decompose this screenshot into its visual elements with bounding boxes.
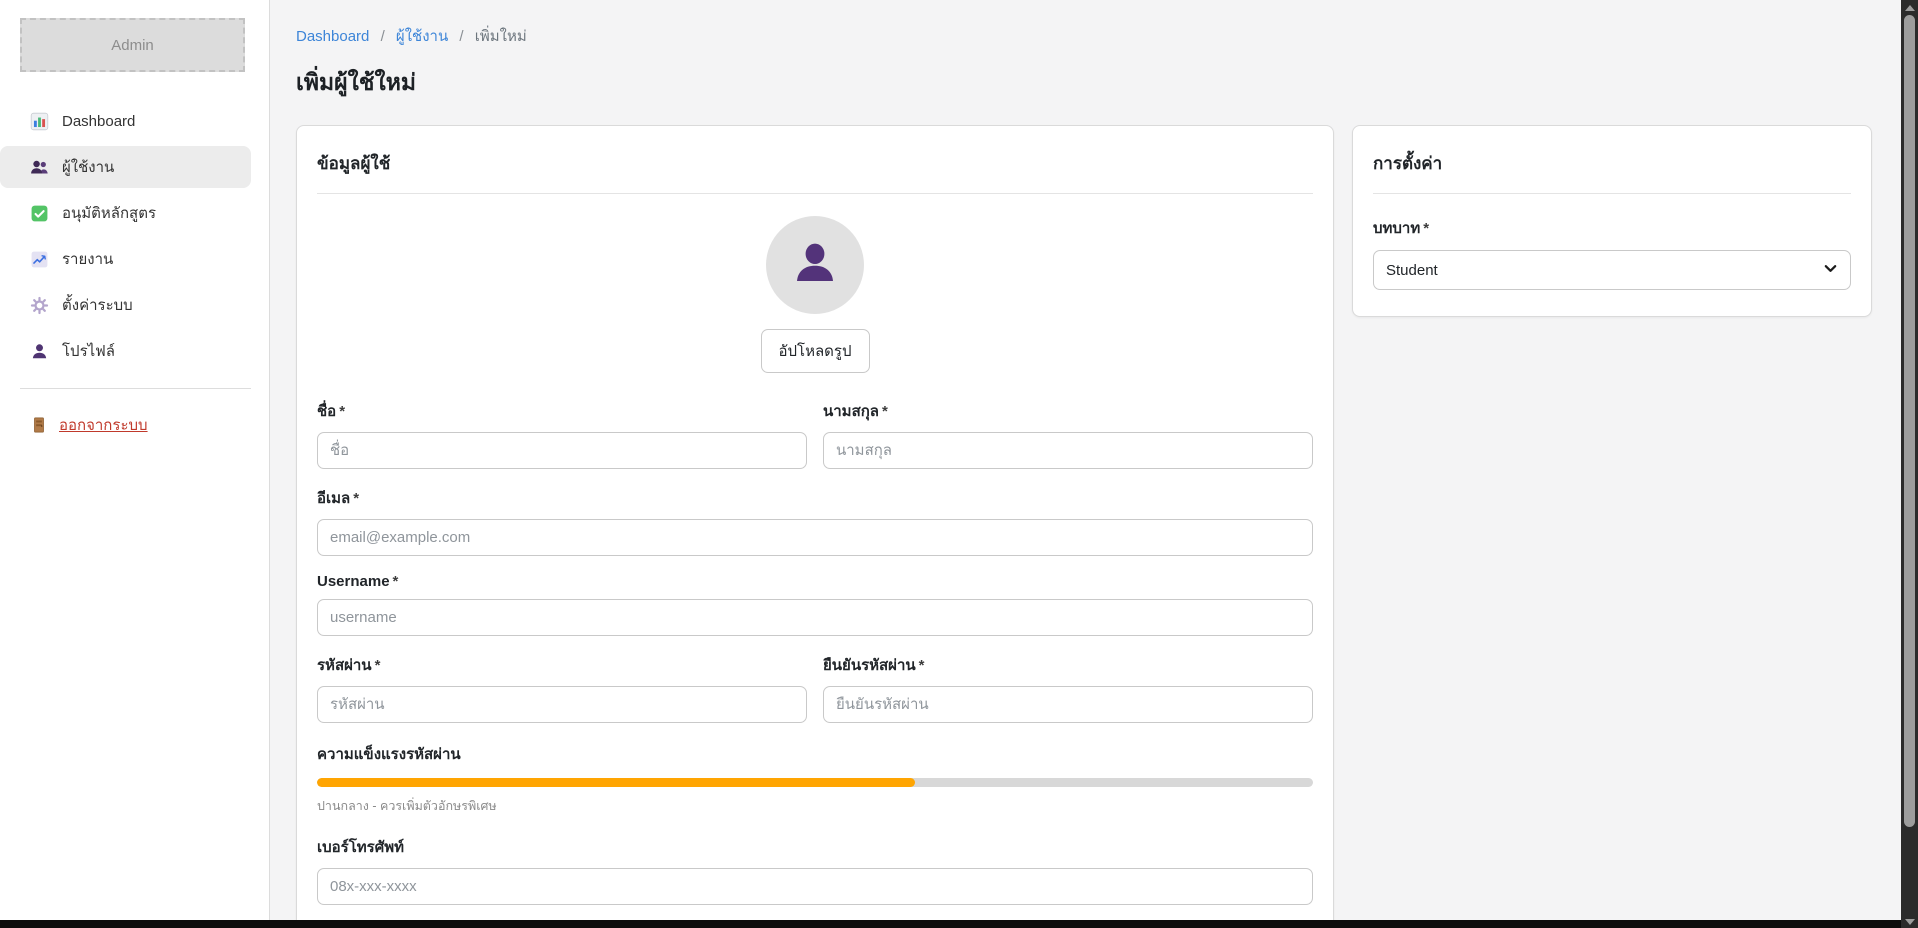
required-marker: * bbox=[353, 490, 359, 507]
phone-input[interactable] bbox=[317, 868, 1313, 905]
card-divider bbox=[317, 193, 1313, 194]
scrollbar-thumb[interactable] bbox=[1904, 15, 1915, 827]
breadcrumb-link-dashboard[interactable]: Dashboard bbox=[296, 28, 369, 45]
required-marker: * bbox=[375, 657, 381, 674]
person-icon bbox=[30, 342, 49, 361]
email-field-group: อีเมล* bbox=[317, 486, 1313, 556]
breadcrumb-link-users[interactable]: ผู้ใช้งาน bbox=[396, 28, 448, 45]
username-input[interactable] bbox=[317, 599, 1313, 636]
confirm-password-field-group: ยืนยันรหัสผ่าน* bbox=[823, 653, 1313, 723]
password-input[interactable] bbox=[317, 686, 807, 723]
sidebar-item-label: ตั้งค่าระบบ bbox=[62, 293, 133, 317]
sidebar-item-profile[interactable]: โปรไฟล์ bbox=[0, 330, 251, 372]
card-divider bbox=[1373, 193, 1851, 194]
confirm-password-input[interactable] bbox=[823, 686, 1313, 723]
confirm-password-label: ยืนยันรหัสผ่าน* bbox=[823, 653, 1313, 677]
breadcrumb: Dashboard / ผู้ใช้งาน / เพิ่มใหม่ bbox=[296, 24, 1873, 48]
sidebar-nav: Dashboard ผู้ใช้งาน อนุมัติหลักสูตร รายง… bbox=[0, 100, 269, 372]
door-icon bbox=[30, 416, 48, 434]
label-text: เบอร์โทรศัพท์ bbox=[317, 839, 404, 856]
sidebar-item-label: Dashboard bbox=[62, 113, 135, 130]
required-marker: * bbox=[393, 573, 399, 590]
role-label: บทบาท* bbox=[1373, 216, 1851, 240]
password-label: รหัสผ่าน* bbox=[317, 653, 807, 677]
scrollbar-up-arrow-icon[interactable] bbox=[1905, 5, 1915, 11]
sidebar-divider bbox=[20, 388, 251, 389]
sidebar-item-users[interactable]: ผู้ใช้งาน bbox=[0, 146, 251, 188]
logout-label: ออกจากระบบ bbox=[59, 413, 148, 437]
sidebar: Admin Dashboard ผู้ใช้งาน อนุมัติหลักสูต… bbox=[0, 0, 270, 928]
password-field-group: รหัสผ่าน* bbox=[317, 653, 807, 723]
label-text: บทบาท bbox=[1373, 220, 1420, 237]
label-text: ยืนยันรหัสผ่าน bbox=[823, 657, 916, 674]
line-chart-icon bbox=[30, 250, 49, 269]
required-marker: * bbox=[1423, 220, 1429, 237]
first-name-input[interactable] bbox=[317, 432, 807, 469]
breadcrumb-separator: / bbox=[381, 28, 385, 45]
last-name-field-group: นามสกุล* bbox=[823, 399, 1313, 469]
password-strength-label: ความแข็งแรงรหัสผ่าน bbox=[317, 742, 1313, 766]
avatar-section: อัปโหลดรูป bbox=[317, 216, 1313, 373]
first-name-label: ชื่อ* bbox=[317, 399, 807, 423]
role-selected-value: Student bbox=[1386, 262, 1438, 279]
required-marker: * bbox=[919, 657, 925, 674]
first-name-field-group: ชื่อ* bbox=[317, 399, 807, 469]
scrollbar-down-arrow-icon[interactable] bbox=[1905, 919, 1915, 925]
label-text: ชื่อ bbox=[317, 403, 336, 420]
role-select[interactable]: Student bbox=[1373, 250, 1851, 290]
label-text: อีเมล bbox=[317, 490, 350, 507]
email-label: อีเมล* bbox=[317, 486, 1313, 510]
vertical-scrollbar[interactable] bbox=[1901, 0, 1918, 928]
sidebar-item-label: ผู้ใช้งาน bbox=[62, 155, 114, 179]
settings-card: การตั้งค่า บทบาท* Student bbox=[1352, 125, 1872, 317]
sidebar-item-label: โปรไฟล์ bbox=[62, 339, 115, 363]
password-strength-bar bbox=[317, 778, 1313, 787]
sidebar-item-approve-courses[interactable]: อนุมัติหลักสูตร bbox=[0, 192, 251, 234]
password-strength-caption: ปานกลาง - ควรเพิ่มตัวอักษรพิเศษ bbox=[317, 796, 1313, 816]
logout-link[interactable]: ออกจากระบบ bbox=[0, 413, 269, 437]
app-window: Admin Dashboard ผู้ใช้งาน อนุมัติหลักสูต… bbox=[0, 0, 1918, 928]
person-silhouette-icon bbox=[791, 239, 839, 291]
sidebar-item-dashboard[interactable]: Dashboard bbox=[0, 100, 251, 142]
label-text: นามสกุล bbox=[823, 403, 879, 420]
gear-icon bbox=[30, 296, 49, 315]
password-strength-section: ความแข็งแรงรหัสผ่าน ปานกลาง - ควรเพิ่มตั… bbox=[317, 742, 1313, 816]
users-icon bbox=[30, 158, 49, 177]
last-name-input[interactable] bbox=[823, 432, 1313, 469]
bar-chart-icon bbox=[30, 112, 49, 131]
user-info-card: ข้อมูลผู้ใช้ อัปโหลดรูป ชื่อ* bbox=[296, 125, 1334, 928]
sidebar-item-reports[interactable]: รายงาน bbox=[0, 238, 251, 280]
sidebar-item-label: รายงาน bbox=[62, 247, 113, 271]
card-title-settings: การตั้งค่า bbox=[1373, 150, 1851, 177]
phone-field-group: เบอร์โทรศัพท์ bbox=[317, 835, 1313, 905]
breadcrumb-separator: / bbox=[459, 28, 463, 45]
content-row: ข้อมูลผู้ใช้ อัปโหลดรูป ชื่อ* bbox=[296, 125, 1873, 928]
required-marker: * bbox=[339, 403, 345, 420]
chevron-down-icon bbox=[1823, 261, 1838, 280]
logo-text: Admin bbox=[111, 37, 154, 54]
upload-photo-button[interactable]: อัปโหลดรูป bbox=[761, 329, 870, 373]
card-title-user-info: ข้อมูลผู้ใช้ bbox=[317, 150, 1313, 177]
last-name-label: นามสกุล* bbox=[823, 399, 1313, 423]
username-label: Username* bbox=[317, 573, 1313, 590]
sidebar-item-label: อนุมัติหลักสูตร bbox=[62, 201, 156, 225]
label-text: รหัสผ่าน bbox=[317, 657, 372, 674]
breadcrumb-current: เพิ่มใหม่ bbox=[475, 28, 527, 45]
label-text: Username bbox=[317, 573, 390, 590]
bottom-edge-bar bbox=[0, 920, 1918, 928]
email-input[interactable] bbox=[317, 519, 1313, 556]
main-content: Dashboard / ผู้ใช้งาน / เพิ่มใหม่ เพิ่มผ… bbox=[270, 0, 1918, 928]
required-marker: * bbox=[882, 403, 888, 420]
logo-placeholder: Admin bbox=[20, 18, 245, 72]
password-row: รหัสผ่าน* ยืนยันรหัสผ่าน* bbox=[317, 653, 1313, 740]
username-field-group: Username* bbox=[317, 573, 1313, 636]
page-title: เพิ่มผู้ใช้ใหม่ bbox=[296, 65, 1873, 101]
password-strength-fill bbox=[317, 778, 915, 787]
avatar bbox=[766, 216, 864, 314]
phone-label: เบอร์โทรศัพท์ bbox=[317, 835, 1313, 859]
name-row: ชื่อ* นามสกุล* bbox=[317, 399, 1313, 486]
check-icon bbox=[30, 204, 49, 223]
sidebar-item-system-settings[interactable]: ตั้งค่าระบบ bbox=[0, 284, 251, 326]
